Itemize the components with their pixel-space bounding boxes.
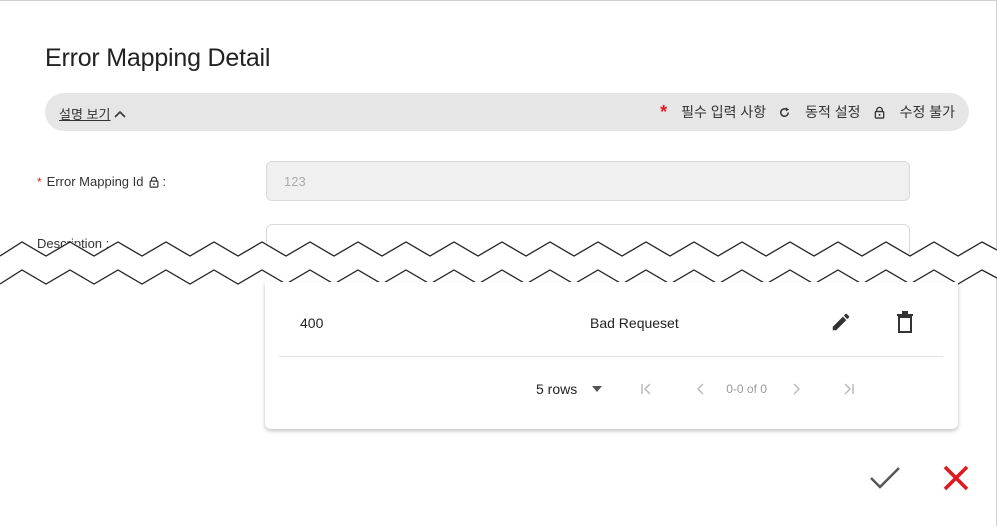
lock-icon [149,176,158,188]
trash-icon[interactable] [895,310,915,334]
next-page-icon[interactable] [789,382,803,396]
toggle-description-button[interactable]: 설명 보기 [59,104,127,123]
legend-readonly-label: 수정 불가 [899,104,955,120]
toggle-description-label: 설명 보기 [59,107,111,122]
required-asterisk-icon: * [37,174,42,189]
pagination-range: 0-0 of 0 [726,382,767,396]
table-cell-code: 400 [300,315,324,331]
last-page-icon[interactable] [841,382,855,396]
error-mapping-id-field: 123 [266,161,910,201]
error-mapping-id-colon: : [162,174,167,189]
legend-bar: 설명 보기 * 필수 입력 사항 동적 설정 수정 불가 [45,93,969,131]
error-code-table: 400 Bad Requeset 5 rows 0-0 of 0 [265,282,958,429]
required-asterisk-icon: * [660,102,668,122]
legend-required-label: 필수 입력 사항 [681,104,767,120]
chevron-down-icon [592,386,603,392]
close-icon[interactable] [942,464,970,492]
error-mapping-id-label-row: * Error Mapping Id : [37,174,166,189]
rows-per-page-value: 5 rows [536,381,578,397]
lock-icon [874,106,884,119]
check-icon[interactable] [869,465,901,491]
pagination: 5 rows 0-0 of 0 [536,381,855,397]
chevron-up-icon [114,110,127,118]
legend-dynamic-label: 동적 설정 [805,104,861,120]
page-title: Error Mapping Detail [45,44,271,72]
pencil-icon[interactable] [830,311,852,333]
prev-page-icon[interactable] [694,382,708,396]
error-mapping-id-value: 123 [284,174,306,189]
table-cell-message: Bad Requeset [590,315,679,331]
table-divider [279,356,943,357]
first-page-icon[interactable] [640,382,654,396]
rows-per-page-select[interactable]: 5 rows [536,381,603,397]
legend-items: * 필수 입력 사항 동적 설정 수정 불가 [660,102,955,122]
error-mapping-id-label: Error Mapping Id [46,174,144,189]
refresh-icon [780,106,790,117]
